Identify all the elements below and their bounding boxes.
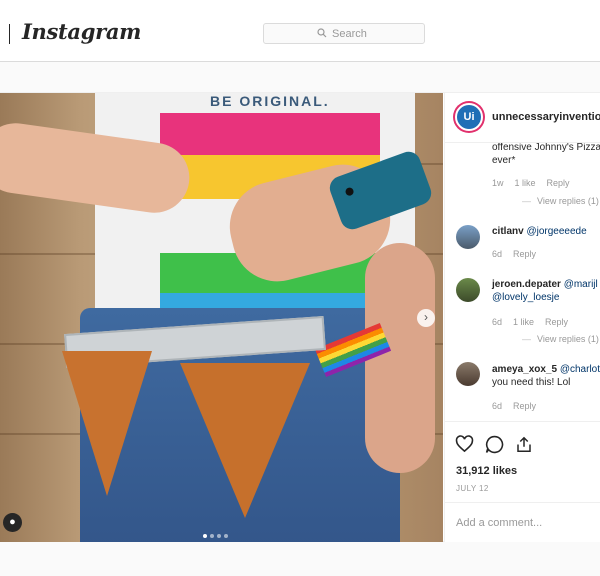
comment-time: 6d xyxy=(492,401,503,411)
comment: citlanv @jorgeeeede xyxy=(492,225,587,238)
commenter-avatar[interactable] xyxy=(456,278,480,302)
carousel-dot xyxy=(217,534,221,538)
view-replies-label: View replies (1) xyxy=(537,196,599,206)
comment-icon[interactable] xyxy=(485,435,504,458)
comment-username[interactable]: ameya_xox_5 xyxy=(492,364,557,375)
post-card: BE ORIGINAL. › ● Ui unnecessaryinvention… xyxy=(0,92,600,542)
comment-time: 6d xyxy=(492,317,503,327)
like-count[interactable]: 31,912 likes xyxy=(456,465,517,477)
add-comment-input[interactable]: Add a comment... xyxy=(445,502,600,542)
shirt-print-text: BE ORIGINAL. xyxy=(210,93,330,109)
carousel-dot xyxy=(224,534,228,538)
author-username[interactable]: unnecessaryinventions xyxy=(492,111,600,123)
share-icon[interactable] xyxy=(515,435,533,458)
post-photo[interactable]: BE ORIGINAL. › ● xyxy=(0,93,443,542)
comment-meta: 6d Reply xyxy=(492,401,547,411)
carousel-dot xyxy=(210,534,214,538)
search-placeholder: Search xyxy=(332,28,367,40)
instagram-logo[interactable]: Instagram xyxy=(22,19,141,44)
carousel-dots xyxy=(203,525,231,542)
reply-button[interactable]: Reply xyxy=(547,178,570,188)
comment-time: 6d xyxy=(492,249,503,259)
reply-button[interactable]: Reply xyxy=(545,317,568,327)
comment-likes[interactable]: 1 like xyxy=(513,317,534,327)
post-actions: 31,912 likes JULY 12 xyxy=(445,421,600,501)
add-comment-placeholder: Add a comment... xyxy=(456,517,543,529)
comment-text: offensive Johnny's Pizza xyxy=(492,143,600,153)
carousel-dot-active xyxy=(203,534,207,538)
search-input[interactable]: Search xyxy=(263,23,425,44)
view-replies-button[interactable]: — View replies (1) xyxy=(522,334,600,344)
comment-mention[interactable]: @lovely_loesje xyxy=(492,291,559,304)
carousel-next-button[interactable]: › xyxy=(417,309,435,327)
phone-camera xyxy=(344,186,355,197)
search-icon xyxy=(317,28,327,41)
comment-username[interactable]: jeroen.depater xyxy=(492,279,561,290)
comment-likes[interactable]: 1 like xyxy=(515,178,536,188)
post-side-panel: Ui unnecessaryinventions offensive Johnn… xyxy=(444,93,600,542)
comment-meta: 6d Reply xyxy=(492,249,547,259)
post-date[interactable]: JULY 12 xyxy=(456,484,489,493)
user-tag-icon[interactable]: ● xyxy=(3,513,22,532)
reply-button[interactable]: Reply xyxy=(513,401,536,411)
right-arm-shape xyxy=(365,243,435,473)
post-header: Ui unnecessaryinventions xyxy=(445,93,600,143)
view-replies-button[interactable]: — View replies (1) xyxy=(522,196,600,206)
logo-divider xyxy=(9,24,10,44)
comment-mention[interactable]: @marijl xyxy=(564,279,598,290)
shirt-stripe-pink xyxy=(160,113,380,155)
comment-username[interactable]: citlanv xyxy=(492,226,524,237)
comment: ameya_xox_5 @charlot xyxy=(492,363,600,376)
pizza-slice-right xyxy=(180,363,310,518)
author-avatar[interactable]: Ui xyxy=(455,103,483,131)
comment-meta: 6d 1 like Reply xyxy=(492,317,579,327)
heart-icon[interactable] xyxy=(455,435,474,457)
commenter-avatar[interactable] xyxy=(456,225,480,249)
comment-text-continued: ever* xyxy=(492,155,516,166)
view-replies-label: View replies (1) xyxy=(537,334,599,344)
comment-mention[interactable]: @jorgeeeede xyxy=(526,226,586,237)
commenter-avatar[interactable] xyxy=(456,362,480,386)
comment-time: 1w xyxy=(492,178,504,188)
comment: jeroen.depater @marijl xyxy=(492,278,598,291)
top-nav-bar: Instagram Search xyxy=(0,0,600,62)
comments-list[interactable]: offensive Johnny's Pizza ever* 1w 1 like R… xyxy=(445,143,600,421)
pizza-slice-left xyxy=(62,351,152,496)
comment-meta: 1w 1 like Reply xyxy=(492,178,581,188)
comment-text-continued: you need this! Lol xyxy=(492,377,571,388)
comment-mention[interactable]: @charlot xyxy=(560,364,600,375)
reply-button[interactable]: Reply xyxy=(513,249,536,259)
